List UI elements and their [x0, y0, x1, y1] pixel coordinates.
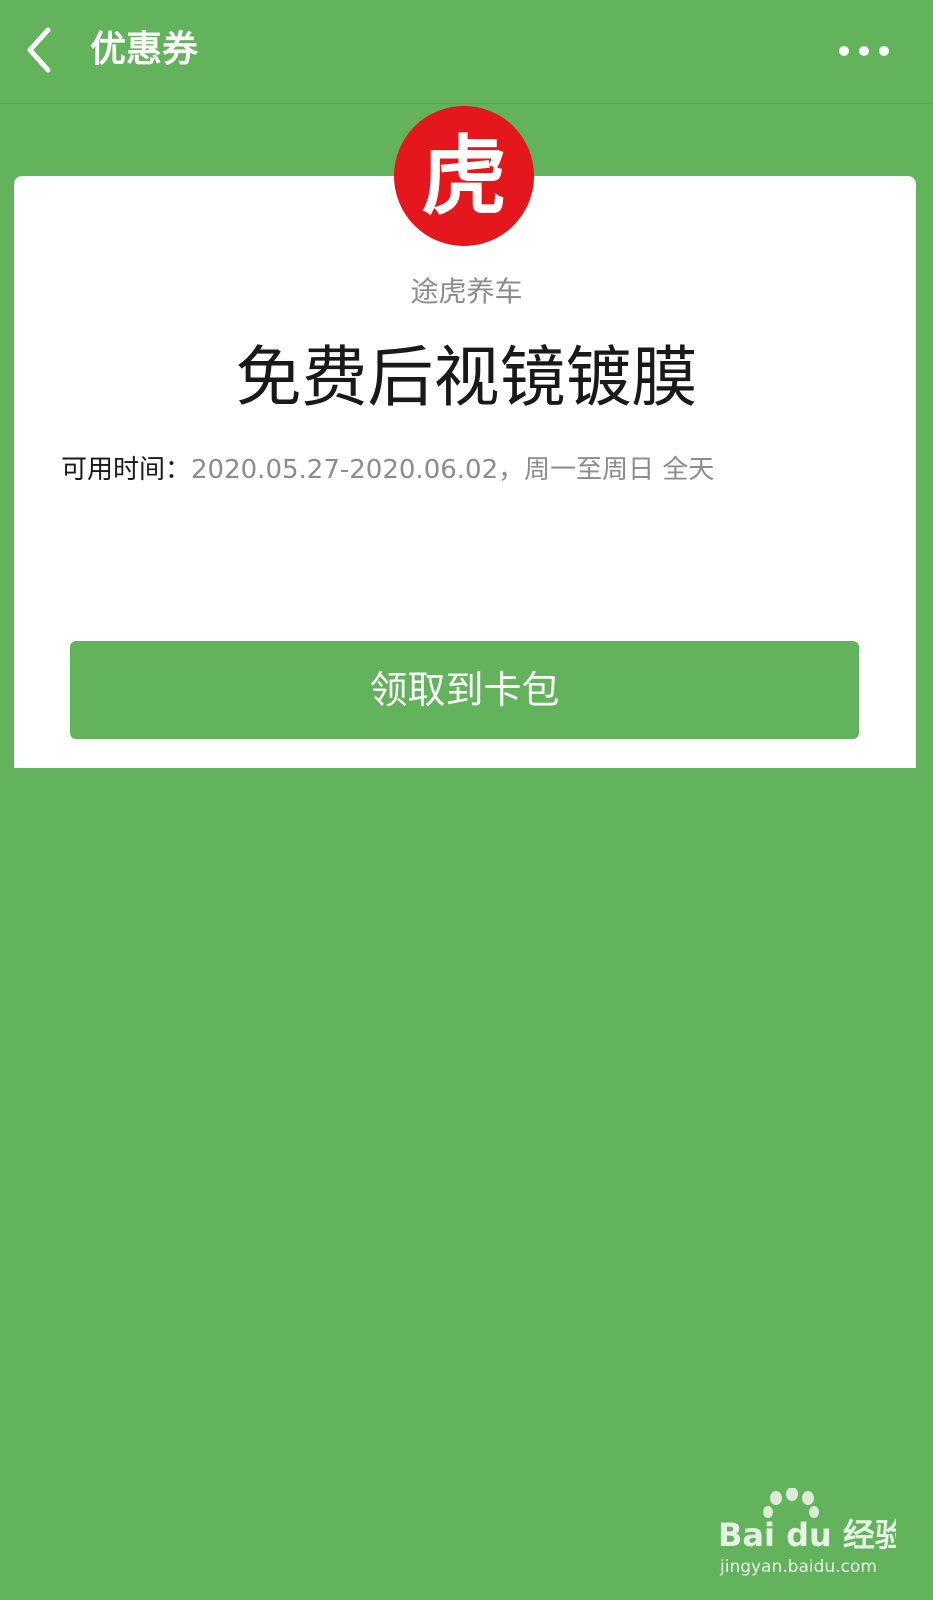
baidu-jingyan-watermark: Bai du 经验 jingyan.baidu.com — [716, 1488, 896, 1578]
chevron-left-icon — [27, 27, 51, 73]
page-title: 优惠券 — [90, 29, 199, 70]
claim-to-card-wallet-button[interactable]: 领取到卡包 — [70, 641, 859, 739]
back-button[interactable] — [20, 22, 70, 78]
watermark-url-text: jingyan.baidu.com — [719, 1557, 877, 1577]
claim-button-label: 领取到卡包 — [369, 668, 560, 712]
baidu-paw-logo: Bai du 经验 jingyan.baidu.com — [718, 1488, 896, 1577]
coupon-title: 免费后视镜镀膜 — [235, 339, 698, 416]
merchant-logo: 虎 — [394, 106, 534, 246]
validity-row: 可用时间：2020.05.27-2020.06.02，周一至周日 全天 — [61, 452, 861, 488]
watermark-brand-text: Bai du 经验 — [718, 1516, 896, 1554]
logo-glyph: 虎 — [421, 127, 507, 227]
tiger-brand-logo: 虎 — [394, 106, 534, 246]
more-button[interactable] — [838, 34, 890, 68]
nav-bar: 优惠券 — [0, 0, 933, 104]
validity-value: 2020.05.27-2020.06.02，周一至周日 全天 — [191, 455, 715, 485]
validity-label: 可用时间： — [61, 455, 192, 485]
more-dots-icon — [839, 46, 889, 56]
merchant-name: 途虎养车 — [410, 275, 523, 308]
